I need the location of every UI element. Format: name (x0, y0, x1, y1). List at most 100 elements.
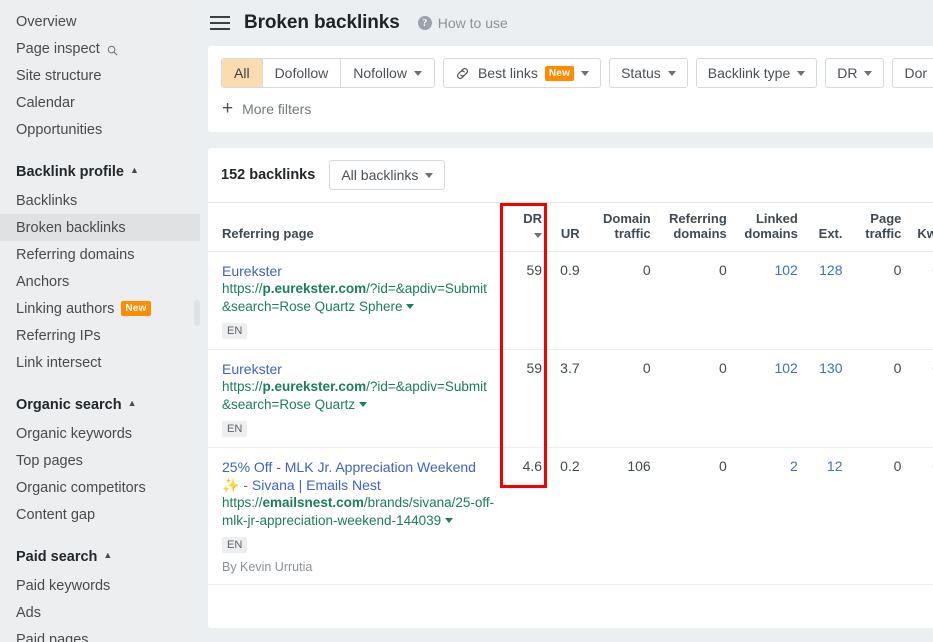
sidebar-item-link-intersect[interactable]: Link intersect (0, 349, 200, 376)
how-to-use-link[interactable]: ? How to use (417, 15, 508, 31)
cell-referring-page: Eurekster https://p.eurekster.com/?id=&ap… (208, 251, 503, 350)
main-content: Broken backlinks ? How to use All Dofollo… (200, 0, 933, 642)
referring-page-url-link[interactable]: https://p.eurekster.com/?id=&apdiv=Submi… (222, 280, 494, 316)
follow-option-label: All (234, 65, 250, 81)
cell-dr: 59 (502, 251, 551, 350)
referring-page-url-link[interactable]: https://p.eurekster.com/?id=&apdiv=Submi… (222, 378, 494, 414)
column-header-ur[interactable]: UR (550, 202, 588, 252)
best-links-filter-button[interactable]: Best links New (442, 58, 602, 88)
referring-page-url-link[interactable]: https://emailsnest.com/brands/sivana/25-… (222, 494, 494, 530)
column-header-referring-domains[interactable]: Referring domains (658, 202, 735, 252)
cell-ext[interactable]: 12 (805, 447, 851, 585)
more-filters-label: More filters (242, 101, 312, 117)
sidebar-item-site-structure[interactable]: Site structure (0, 62, 200, 89)
column-header-linked-domains[interactable]: Linked domains (734, 202, 806, 252)
sidebar-group-organic-search[interactable]: Organic search ▲ (0, 390, 200, 420)
url-text: https:// (222, 379, 263, 394)
chevron-down-icon (581, 70, 590, 76)
chevron-down-icon (864, 70, 873, 76)
dr-filter-button[interactable]: DR (825, 58, 885, 88)
sidebar-item-label: Linking authors (16, 300, 115, 317)
column-header-page-traffic[interactable]: Page traffic (850, 202, 910, 252)
sidebar-item-content-gap[interactable]: Content gap (0, 501, 200, 528)
cell-linked-domains[interactable]: 102 (734, 349, 806, 448)
status-filter-button[interactable]: Status (609, 58, 688, 88)
follow-option-dofollow[interactable]: Dofollow (263, 59, 342, 87)
follow-option-nofollow[interactable]: Nofollow (341, 59, 434, 87)
follow-option-all[interactable]: All (222, 59, 263, 87)
language-badge: EN (222, 323, 248, 339)
cell-ext[interactable]: 130 (805, 349, 851, 448)
search-icon (107, 44, 118, 56)
sidebar-item-top-pages[interactable]: Top pages (0, 447, 200, 474)
page-header: Broken backlinks ? How to use (200, 0, 933, 46)
table-toolbar: 152 backlinks All backlinks (208, 148, 933, 202)
sidebar-item-organic-competitors[interactable]: Organic competitors (0, 474, 200, 501)
sidebar-item-label: Organic competitors (16, 479, 146, 496)
sidebar-item-page-inspect[interactable]: Page inspect (0, 35, 200, 62)
sidebar-item-referring-ips[interactable]: Referring IPs (0, 322, 200, 349)
sidebar-item-paid-keywords[interactable]: Paid keywords (0, 572, 200, 599)
expand-url-caret-icon[interactable] (445, 518, 454, 523)
column-header-label: Linked domains (744, 211, 798, 241)
domain-traffic-filter-button[interactable]: Dor (892, 58, 933, 88)
sidebar-item-backlinks[interactable]: Backlinks (0, 187, 200, 214)
sidebar-group-paid-search[interactable]: Paid search ▲ (0, 542, 200, 572)
cell-domain-traffic: 0 (587, 251, 659, 350)
sidebar-item-paid-pages[interactable]: Paid pages (0, 626, 200, 642)
how-to-use-label: How to use (437, 15, 508, 31)
sidebar-item-referring-domains[interactable]: Referring domains (0, 241, 200, 268)
backlinks-table-card: 152 backlinks All backlinks Referring pa… (208, 148, 933, 628)
backlinks-count: 152 backlinks (221, 167, 316, 183)
follow-option-label: Nofollow (353, 65, 407, 81)
column-header-kw[interactable]: Kw. (909, 202, 933, 252)
sidebar-item-linking-authors[interactable]: Linking authors New (0, 295, 200, 322)
cell-linked-domains[interactable]: 2 (734, 447, 806, 585)
cell-ur: 0.9 (550, 251, 588, 350)
sidebar-item-broken-backlinks[interactable]: Broken backlinks (0, 214, 200, 241)
sidebar-item-label: Anchors (16, 273, 70, 290)
sidebar-item-overview[interactable]: Overview (0, 8, 200, 35)
expand-url-caret-icon[interactable] (406, 304, 415, 309)
sidebar-item-calendar[interactable]: Calendar (0, 89, 200, 116)
sidebar-item-ads[interactable]: Ads (0, 599, 200, 626)
backlinks-scope-select[interactable]: All backlinks (329, 160, 446, 190)
url-text: https:// (222, 495, 263, 510)
hamburger-menu-icon[interactable] (210, 12, 232, 34)
column-header-dr[interactable]: DR (502, 202, 551, 252)
follow-type-segmented-control[interactable]: All Dofollow Nofollow (221, 58, 435, 88)
best-links-new-badge: New (544, 65, 575, 81)
more-filters-button[interactable]: + More filters (208, 99, 312, 118)
sidebar-item-label: Opportunities (16, 121, 103, 138)
expand-url-caret-icon[interactable] (359, 402, 368, 407)
sidebar-item-anchors[interactable]: Anchors (0, 268, 200, 295)
sidebar-item-label: Broken backlinks (16, 219, 126, 236)
sidebar-item-label: Content gap (16, 506, 96, 523)
cell-kw: 0 (909, 447, 933, 585)
column-header-label: Domain traffic (603, 211, 651, 241)
sidebar-item-organic-keywords[interactable]: Organic keywords (0, 420, 200, 447)
referring-page-title-link[interactable]: Eurekster (222, 262, 494, 280)
column-header-label: Referring domains (669, 211, 727, 241)
column-header-ext[interactable]: Ext. (805, 202, 851, 252)
column-header-domain-traffic[interactable]: Domain traffic (587, 202, 659, 252)
sidebar-item-new-badge: New (121, 301, 151, 316)
cell-ext[interactable]: 128 (805, 251, 851, 350)
author-byline: By Kevin Urrutia (222, 560, 313, 574)
cell-linked-domains[interactable]: 102 (734, 251, 806, 350)
column-header-label: Ext. (818, 226, 843, 241)
column-header-referring-page[interactable]: Referring page (208, 202, 503, 252)
chevron-down-icon (667, 70, 676, 76)
url-domain: emailsnest.com (262, 495, 364, 510)
sidebar-group-backlink-profile[interactable]: Backlink profile ▲ (0, 157, 200, 187)
sidebar-item-opportunities[interactable]: Opportunities (0, 116, 200, 143)
question-mark-icon: ? (417, 16, 432, 30)
sidebar-item-label: Paid pages (16, 631, 89, 642)
follow-option-label: Dofollow (274, 65, 329, 81)
sidebar-item-label: Backlinks (16, 192, 78, 209)
referring-page-title-link[interactable]: 25% Off - MLK Jr. Appreciation Weekend ✨… (222, 458, 494, 494)
backlink-type-filter-button[interactable]: Backlink type (695, 58, 818, 88)
referring-page-title-link[interactable]: Eurekster (222, 360, 494, 378)
table-row: Eurekster https://p.eurekster.com/?id=&ap… (208, 251, 933, 350)
url-domain: p.eurekster.com (262, 281, 367, 296)
